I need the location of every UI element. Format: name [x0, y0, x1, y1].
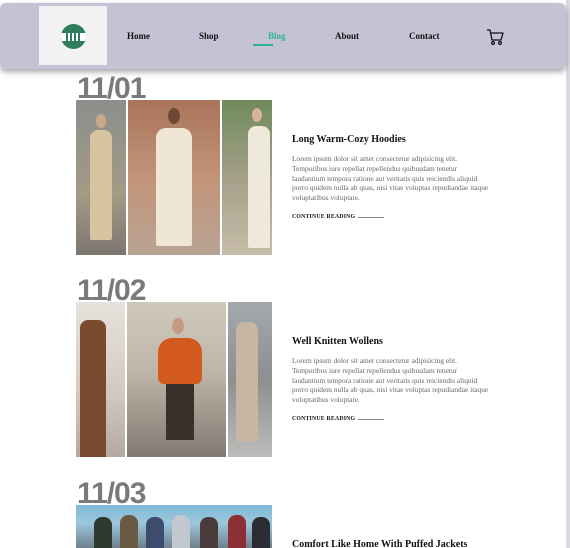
scrollbar[interactable]	[566, 0, 570, 548]
continue-reading-line	[358, 217, 384, 218]
nav-about[interactable]: About	[335, 31, 359, 41]
post-excerpt: Lorem ipsum dolor sit amet consectetur a…	[292, 154, 489, 203]
post-excerpt: Lorem ipsum dolor sit amet consectetur a…	[292, 356, 489, 405]
post-image[interactable]	[76, 505, 272, 548]
blog-post: 11/01 Long Warm-Cozy Hoodies Lorem ipsum…	[76, 74, 536, 264]
nav-shop[interactable]: Shop	[199, 31, 219, 41]
post-title[interactable]: Long Warm-Cozy Hoodies	[292, 134, 406, 145]
nav-active-underline	[253, 44, 273, 46]
continue-reading-link[interactable]: CONTINUE READING	[292, 416, 355, 422]
site-header: Home Shop Blog About Contact	[0, 3, 566, 69]
blog-post: 11/03 Comfort Like Home With Puffed Jack…	[76, 479, 536, 548]
nav-blog[interactable]: Blog	[268, 31, 286, 41]
logo-icon	[61, 24, 86, 49]
post-title[interactable]: Well Knitten Wollens	[292, 336, 383, 347]
blog-post: 11/02 Well Knitten Wollens Lorem ipsum d…	[76, 276, 536, 466]
logo-box[interactable]	[39, 6, 107, 65]
continue-reading-link[interactable]: CONTINUE READING	[292, 214, 355, 220]
cart-icon[interactable]	[486, 28, 504, 46]
post-title[interactable]: Comfort Like Home With Puffed Jackets	[292, 539, 467, 548]
nav-contact[interactable]: Contact	[409, 31, 440, 41]
post-image[interactable]	[76, 302, 272, 457]
post-image[interactable]	[76, 100, 272, 255]
continue-reading-line	[358, 419, 384, 420]
nav-home[interactable]: Home	[127, 31, 150, 41]
